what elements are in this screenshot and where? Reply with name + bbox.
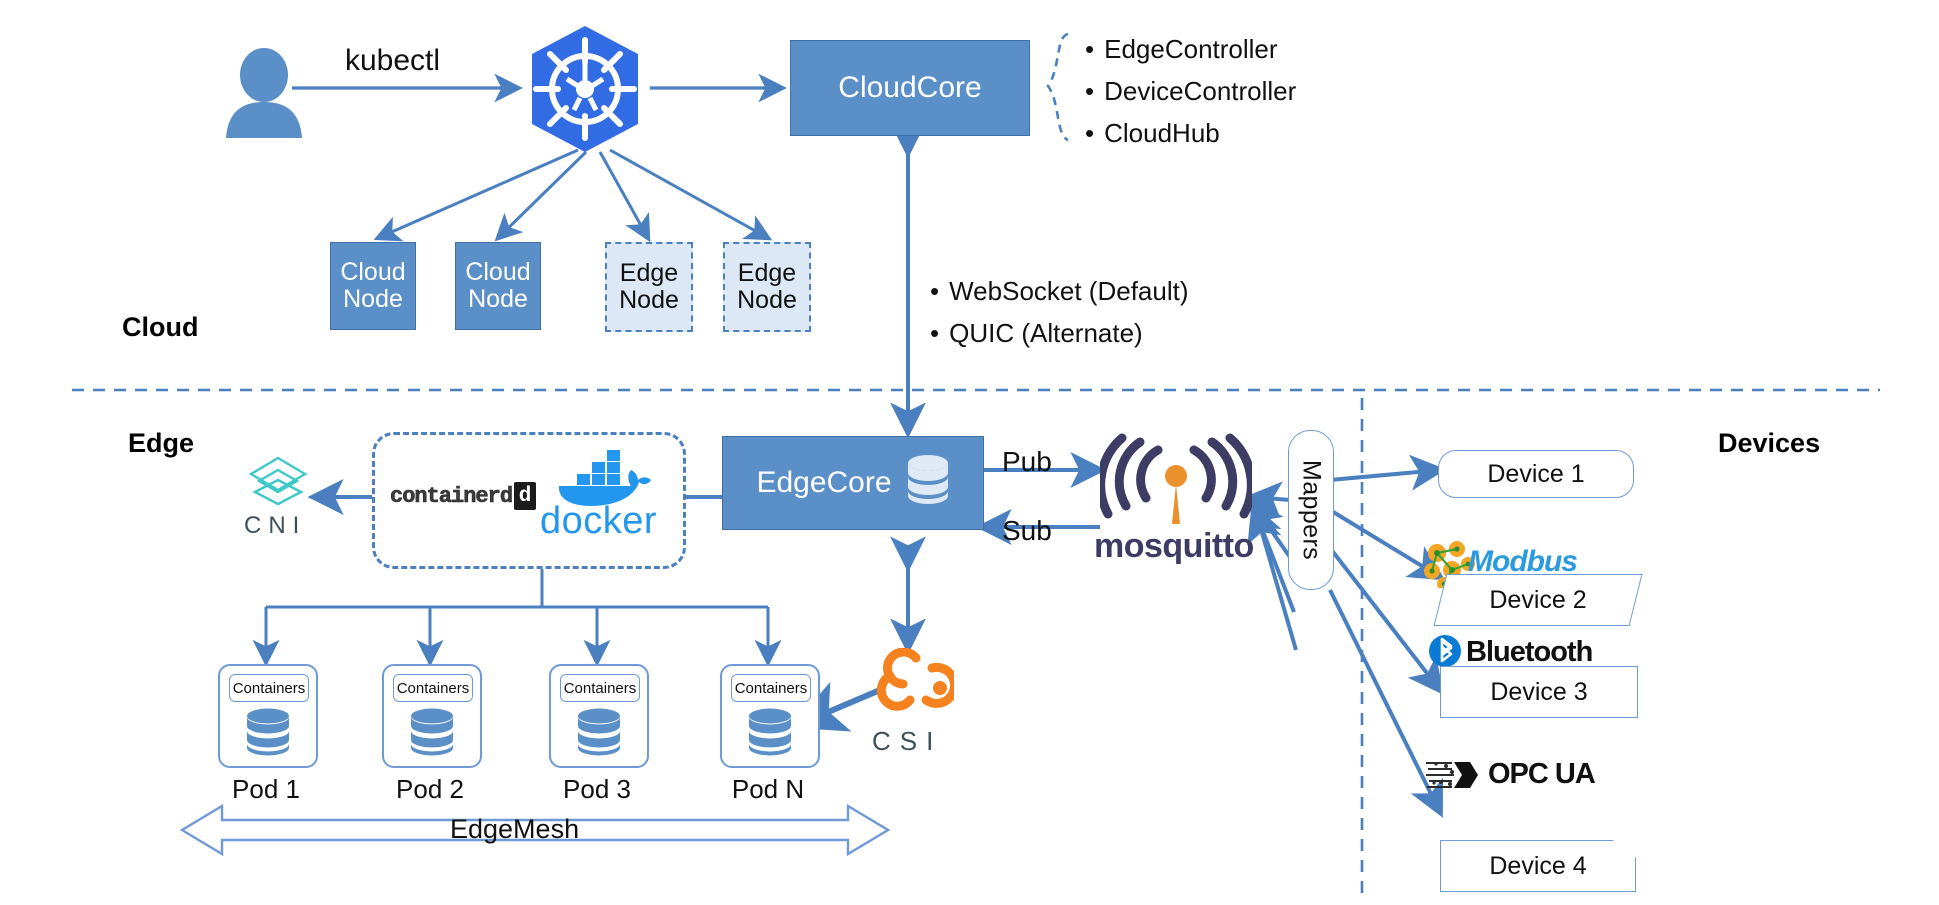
cloudcore-label: CloudCore [838,71,982,104]
pod-item[interactable]: Containers Pod 2 [382,664,482,805]
mosquitto-label: mosquitto [1094,527,1254,565]
database-cylinder-icon [906,454,950,512]
node-line2: Node [737,286,797,314]
link-protocol-item: QUIC (Alternate) [930,312,1189,354]
pod-label: Pod 2 [396,774,464,804]
node-line2: Node [619,286,679,314]
cloudcore-components-list: EdgeController DeviceController CloudHub [1085,28,1296,154]
pod-label: Pod N [731,774,805,804]
pod-containers-tag: Containers [731,674,811,702]
edge-node-box[interactable]: Edge Node [605,242,693,332]
docker-whale-icon [543,448,653,506]
pod-containers-tag: Containers [560,674,640,702]
node-line1: Cloud [340,258,406,286]
mappers-box[interactable]: Mappers [1288,430,1334,590]
cni-label: CNI [244,512,307,539]
device-box[interactable]: Device 1 [1438,450,1634,498]
link-protocol-item: WebSocket (Default) [930,270,1188,312]
edgecore-box[interactable]: EdgeCore [722,436,984,530]
node-line2: Node [468,285,528,313]
kubernetes-helm-wheel-icon [518,22,652,156]
pod-item[interactable]: Containers Pod 3 [549,664,649,805]
node-line2: Node [343,285,403,313]
database-cylinder-icon [576,708,622,761]
node-line1: Edge [619,259,679,287]
brace-icon [1046,32,1069,142]
device-label: Device 1 [1487,459,1585,488]
device-box[interactable]: Device 3 [1440,666,1638,718]
sub-label: Sub [1002,515,1052,546]
edge-node-box[interactable]: Edge Node [723,242,811,332]
pod-containers-tag: Containers [229,674,309,702]
pod-label: Pod 1 [232,774,300,804]
cloud-node-box[interactable]: Cloud Node [455,242,541,330]
database-cylinder-icon [747,708,793,761]
device-box[interactable]: Device 2 [1433,574,1643,626]
containerd-logo-icon: containerd d [390,482,537,510]
diagram-canvas: Cloud kubectl CloudCore • EdgeController… [0,0,1939,905]
database-cylinder-icon [245,708,291,761]
zone-label-cloud: Cloud [122,312,199,342]
docker-label: docker [540,500,658,542]
pod-containers-tag: Containers [393,674,473,702]
node-line1: Edge [737,259,797,287]
containerd-badge: d [514,482,537,510]
edgecore-label: EdgeCore [756,466,892,499]
bluetooth-logo-icon [1428,634,1462,668]
zone-label-edge: Edge [128,428,195,458]
opcua-logo-icon [1426,758,1484,792]
device-label: Device 2 [1489,585,1587,614]
edgemesh-label: EdgeMesh [450,814,580,844]
pub-label: Pub [1002,446,1052,477]
device-label: Device 3 [1490,677,1588,706]
cni-diamond-icon [245,452,311,508]
device-protocol-label: OPC UA [1488,758,1596,790]
cloudcore-component-item: EdgeController [1085,28,1296,70]
kubectl-label: kubectl [345,44,441,77]
link-protocol-list: WebSocket (Default) QUIC (Alternate) [930,270,1189,354]
cloud-node-box[interactable]: Cloud Node [330,242,416,330]
device-box[interactable]: Device 4 [1440,840,1636,892]
mosquitto-signal-icon [1096,432,1256,528]
pod-item[interactable]: Containers Pod 1 [218,664,318,805]
pod-item[interactable]: Containers Pod N [720,664,820,805]
csi-label: CSI [872,726,943,756]
zone-label-devices: Devices [1718,428,1821,458]
mappers-label: Mappers [1297,459,1326,561]
csi-trilobe-icon [870,647,959,722]
node-line1: Cloud [465,258,531,286]
pod-label: Pod 3 [563,774,631,804]
device-protocol-label: Bluetooth [1466,636,1593,668]
cloudcore-component-item: CloudHub [1085,112,1296,154]
device-label: Device 4 [1489,851,1587,880]
cloudcore-component-item: DeviceController [1085,70,1296,112]
user-silhouette-icon [222,46,306,138]
cloudcore-box[interactable]: CloudCore [790,40,1030,136]
database-cylinder-icon [409,708,455,761]
containerd-label: containerd [390,483,514,509]
